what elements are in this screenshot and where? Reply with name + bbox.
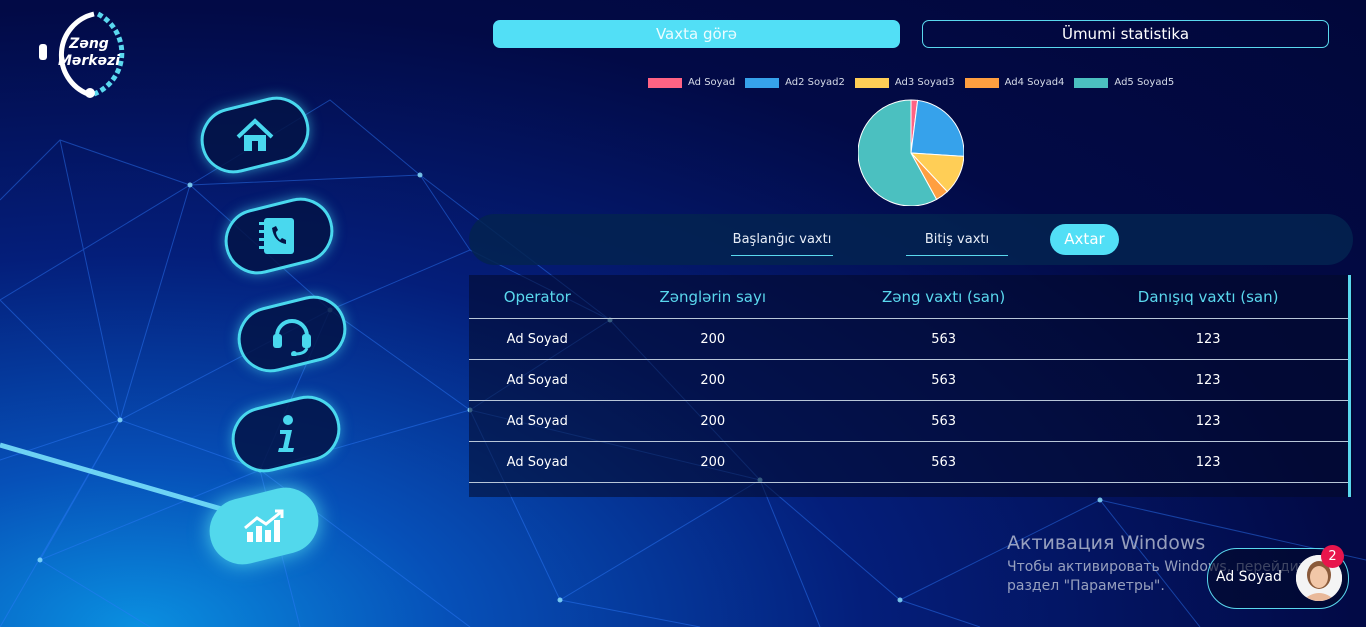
legend-label: Ad4 Soyad4 (1004, 77, 1065, 88)
table-scrollbar[interactable] (1348, 275, 1351, 497)
legend-swatch (745, 77, 780, 88)
info-icon (278, 415, 294, 452)
cell-call-count: 200 (605, 359, 820, 401)
cell-call-count: 200 (605, 318, 820, 360)
legend-label: Ad2 Soyad2 (785, 77, 845, 88)
user-name: Ad Soyad (1216, 569, 1282, 585)
column-header-call-count: Zənglərin sayı (605, 275, 820, 319)
pie-slice[interactable] (910, 99, 964, 157)
table-row: Ad Soyad 200 563 123 (469, 400, 1349, 442)
legend-item[interactable]: Ad5 Soyad5 (1074, 77, 1174, 88)
legend-swatch (964, 77, 999, 88)
cell-talk-time: 123 (1067, 400, 1349, 442)
table-row: Ad Soyad 200 563 123 (469, 359, 1349, 401)
table-row: Ad Soyad 200 563 123 (469, 482, 1349, 497)
cell-talk-time: 123 (1067, 359, 1349, 401)
user-profile-button[interactable]: Ad Soyad 2 (1207, 545, 1349, 609)
cell-operator: Ad Soyad (469, 400, 606, 442)
legend-swatch (648, 77, 682, 88)
tab-by-time[interactable]: Vaxta görə (493, 20, 900, 48)
phonebook-icon (259, 218, 294, 254)
cell-call-count: 200 (605, 400, 820, 442)
logo-line2: Mərkəzi (57, 53, 121, 69)
app-logo[interactable]: Zəng Mərkəzi (36, 8, 136, 100)
statistics-table: Operator Zənglərin sayı Zəng vaxtı (san)… (469, 275, 1353, 497)
cell-operator: Ad Soyad (469, 359, 606, 401)
legend-item[interactable]: Ad4 Soyad4 (964, 77, 1065, 88)
column-header-talk-time: Danışıq vaxtı (san) (1067, 275, 1349, 319)
cell-operator: Ad Soyad (469, 482, 606, 497)
legend-label: Ad Soyad (688, 77, 736, 88)
cell-call-time: 563 (819, 318, 1068, 360)
legend-swatch (1074, 77, 1109, 88)
legend-label: Ad5 Soyad5 (1114, 77, 1175, 88)
legend-item[interactable]: Ad Soyad (648, 77, 735, 88)
table-header-row: Operator Zənglərin sayı Zəng vaxtı (san)… (469, 275, 1349, 319)
legend-item[interactable]: Ad2 Soyad2 (745, 77, 845, 88)
logo-line1: Zəng (69, 36, 109, 52)
cell-operator: Ad Soyad (469, 318, 606, 360)
headset-icon (273, 319, 311, 356)
cell-call-time: 563 (819, 482, 1068, 497)
cell-call-count: 200 (605, 482, 820, 497)
tab-general-statistics[interactable]: Ümumi statistika (922, 20, 1329, 48)
filter-bar: Başlanğıc vaxtı Bitiş vaxtı Axtar (469, 214, 1353, 265)
column-header-call-time: Zəng vaxtı (san) (819, 275, 1068, 319)
home-icon (236, 118, 274, 151)
cell-call-time: 563 (819, 359, 1068, 401)
column-header-operator: Operator (469, 275, 606, 319)
cell-operator: Ad Soyad (469, 441, 606, 483)
cell-call-time: 563 (819, 441, 1068, 483)
cell-call-time: 563 (819, 400, 1068, 442)
chart-icon (244, 509, 284, 542)
search-button[interactable]: Axtar (1050, 224, 1119, 255)
logo-text: Zəng Mərkəzi (54, 36, 124, 70)
cell-call-count: 200 (605, 441, 820, 483)
end-time-field[interactable]: Bitiş vaxtı (906, 229, 1008, 256)
cell-talk-time: 123 (1067, 318, 1349, 360)
table-row: Ad Soyad 200 563 123 (469, 441, 1349, 483)
table-row: Ad Soyad 200 563 123 (469, 318, 1349, 360)
cell-talk-time: 123 (1067, 441, 1349, 483)
notification-badge: 2 (1321, 545, 1344, 568)
pie-chart (858, 99, 964, 206)
start-time-field[interactable]: Başlanğıc vaxtı (731, 229, 833, 256)
cell-talk-time: 123 (1067, 482, 1349, 497)
